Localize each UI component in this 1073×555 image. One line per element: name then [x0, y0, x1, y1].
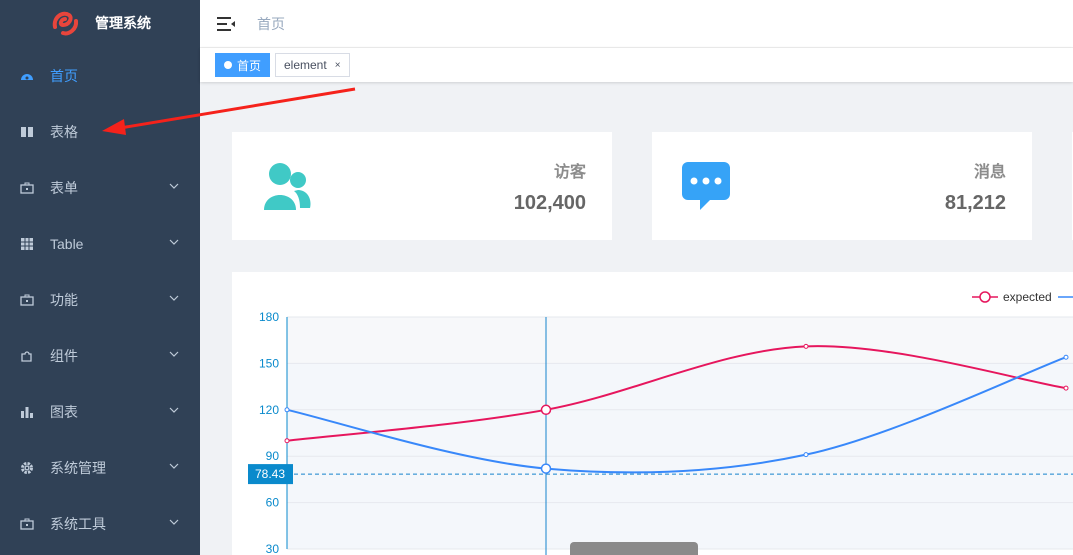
data-point	[284, 407, 290, 413]
data-point	[803, 452, 809, 458]
data-point	[1063, 385, 1069, 391]
tooltip	[570, 542, 698, 555]
data-point	[1063, 354, 1069, 360]
y-tick-label: 90	[266, 449, 280, 463]
y-tick-label: 180	[259, 310, 279, 324]
legend-marker-icon	[1057, 296, 1073, 298]
data-point	[540, 404, 552, 416]
data-point	[803, 343, 809, 349]
y-tick-label: 30	[266, 542, 280, 555]
data-point	[284, 438, 290, 444]
crosshair-label: 78.43	[255, 467, 285, 481]
y-tick-label: 120	[259, 403, 279, 417]
data-point	[540, 463, 552, 474]
legend-marker-icon	[972, 291, 998, 303]
legend-label: expected	[1003, 290, 1052, 304]
annotation-arrow	[102, 87, 356, 135]
line-chart[interactable]: 180 150 120 90 60 30 78.43	[0, 0, 1073, 555]
chart-legend[interactable]: expected	[972, 290, 1073, 304]
y-tick-label: 60	[266, 496, 280, 510]
y-tick-label: 150	[259, 356, 279, 370]
